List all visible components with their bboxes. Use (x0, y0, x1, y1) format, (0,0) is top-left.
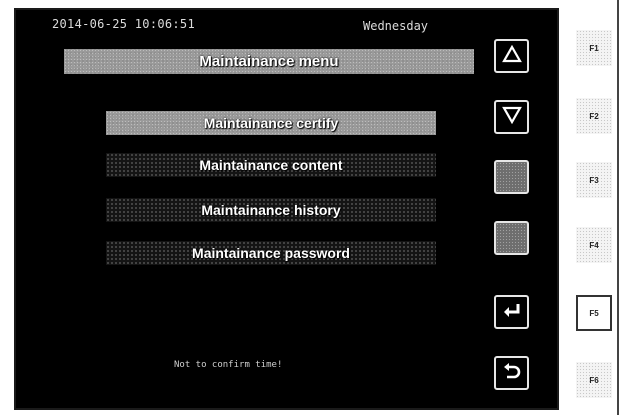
f1-key[interactable]: F1 (576, 30, 612, 66)
enter-button[interactable] (494, 295, 529, 329)
menu-item-maintainance-password[interactable]: Maintainance password (106, 241, 436, 265)
status-message: Not to confirm time! (174, 360, 283, 370)
menu-item-maintainance-history[interactable]: Maintainance history (106, 198, 436, 222)
f4-key[interactable]: F4 (576, 227, 612, 263)
hmi-screen: 2014-06-25 10:06:51 Wednesday Maintainan… (14, 8, 559, 410)
arrow-up-icon (501, 44, 522, 68)
down-button[interactable] (494, 100, 529, 134)
up-button[interactable] (494, 39, 529, 73)
f2-key[interactable]: F2 (576, 98, 612, 134)
return-icon (502, 362, 522, 385)
f3-key[interactable]: F3 (576, 162, 612, 198)
menu-title: Maintainance menu (64, 49, 474, 74)
f5-key[interactable]: F5 (576, 295, 612, 331)
status-datetime: 2014-06-25 10:06:51 (52, 17, 195, 31)
enter-icon (502, 301, 522, 324)
status-bar: 2014-06-25 10:06:51 Wednesday (16, 10, 557, 38)
menu-item-maintainance-content[interactable]: Maintainance content (106, 153, 436, 177)
menu-item-maintainance-certify[interactable]: Maintainance certify (106, 111, 436, 135)
arrow-down-icon (501, 106, 522, 129)
panel-edge (617, 0, 619, 415)
blank-soft-button-4[interactable] (494, 221, 529, 255)
return-button[interactable] (494, 356, 529, 390)
blank-soft-button-3[interactable] (494, 160, 529, 194)
f6-key[interactable]: F6 (576, 362, 612, 398)
status-weekday: Wednesday (363, 19, 429, 33)
